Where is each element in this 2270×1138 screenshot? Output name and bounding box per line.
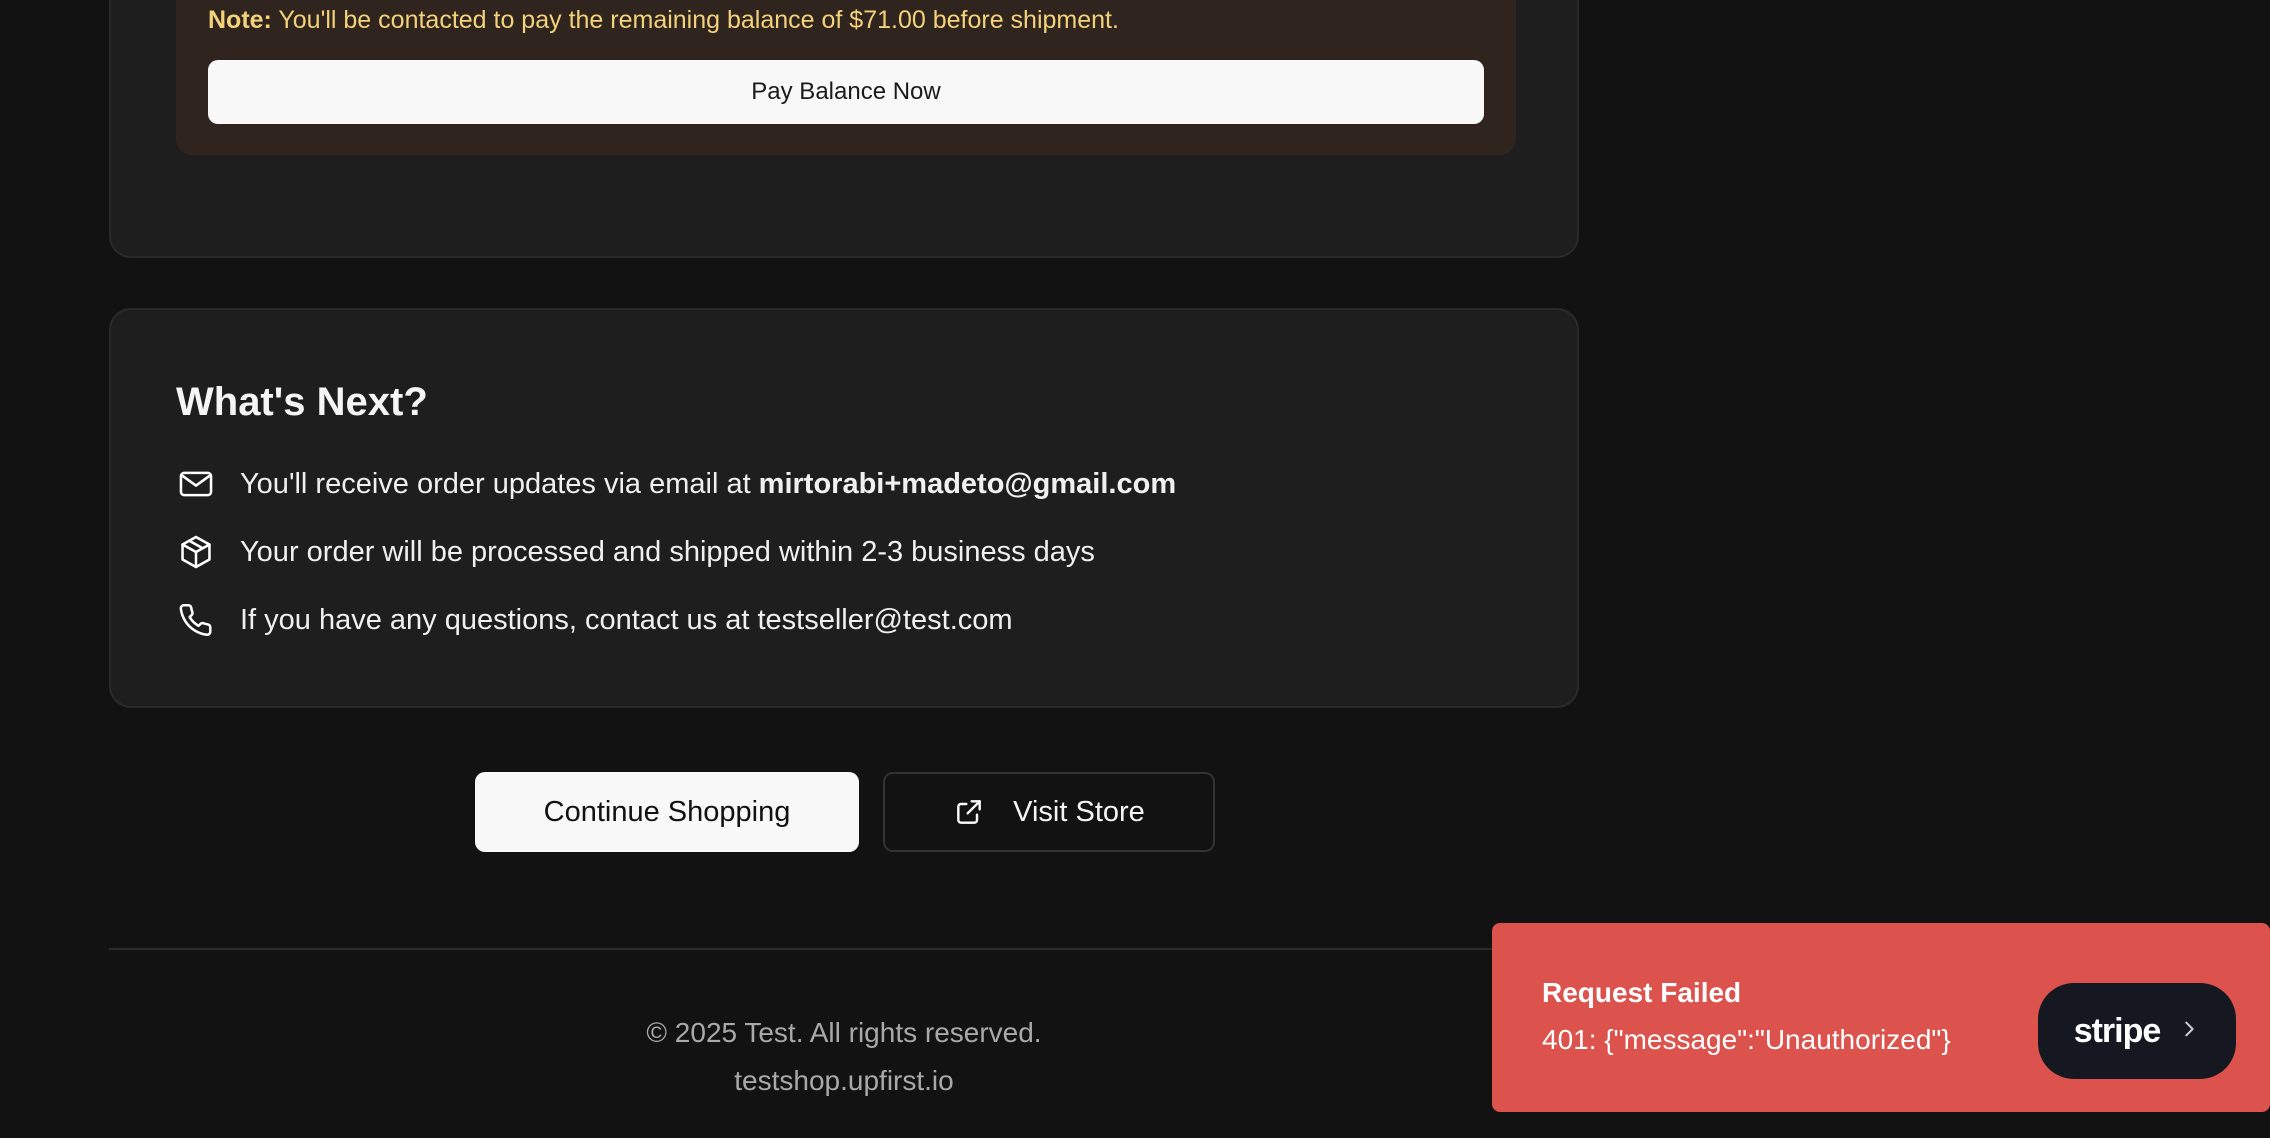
payment-card: Note: You'll be contacted to pay the rem… (109, 0, 1579, 258)
email-updates-text: You'll receive order updates via email a… (240, 467, 751, 500)
whats-next-title: What's Next? (176, 380, 428, 424)
toast-title: Request Failed (1542, 977, 1742, 1008)
order-confirmation-page: Note: You'll be contacted to pay the rem… (0, 0, 2270, 1138)
shipping-info-text: Your order will be processed and shipped… (240, 535, 1095, 568)
footer-copyright: © 2025 Test. All rights reserved. (646, 1017, 1042, 1048)
footer-divider (109, 948, 1579, 950)
error-toast: Request Failed 401: {"message":"Unauthor… (1492, 923, 2270, 1112)
balance-note-text: Note: You'll be contacted to pay the rem… (208, 6, 1119, 35)
external-link-icon (953, 796, 985, 828)
email-updates-row: You'll receive order updates via email a… (176, 464, 1176, 504)
footer-domain: testshop.upfirst.io (734, 1065, 954, 1096)
contact-row: If you have any questions, contact us at… (176, 600, 1013, 640)
contact-text: If you have any questions, contact us at… (240, 603, 1013, 636)
shipping-info-row: Your order will be processed and shipped… (176, 532, 1095, 572)
chevron-right-icon (2178, 1018, 2200, 1045)
stripe-badge-button[interactable]: stripe (2038, 983, 2236, 1079)
visit-store-button[interactable]: Visit Store (883, 772, 1215, 852)
phone-icon (176, 600, 216, 640)
customer-email: mirtorabi+madeto@gmail.com (758, 467, 1177, 500)
continue-shopping-button[interactable]: Continue Shopping (475, 772, 859, 852)
note-label: Note: (208, 6, 272, 34)
whats-next-card: What's Next? You'll receive order update… (109, 308, 1579, 708)
visit-store-label: Visit Store (1013, 795, 1145, 828)
stripe-logo: stripe (2073, 1011, 2162, 1050)
mail-icon (176, 464, 216, 504)
package-icon (176, 532, 216, 572)
pay-balance-button[interactable]: Pay Balance Now (208, 60, 1484, 124)
note-message: You'll be contacted to pay the remaining… (278, 6, 1119, 34)
toast-message: 401: {"message":"Unauthorized"} (1542, 1024, 1951, 1055)
balance-note: Note: You'll be contacted to pay the rem… (176, 0, 1516, 155)
